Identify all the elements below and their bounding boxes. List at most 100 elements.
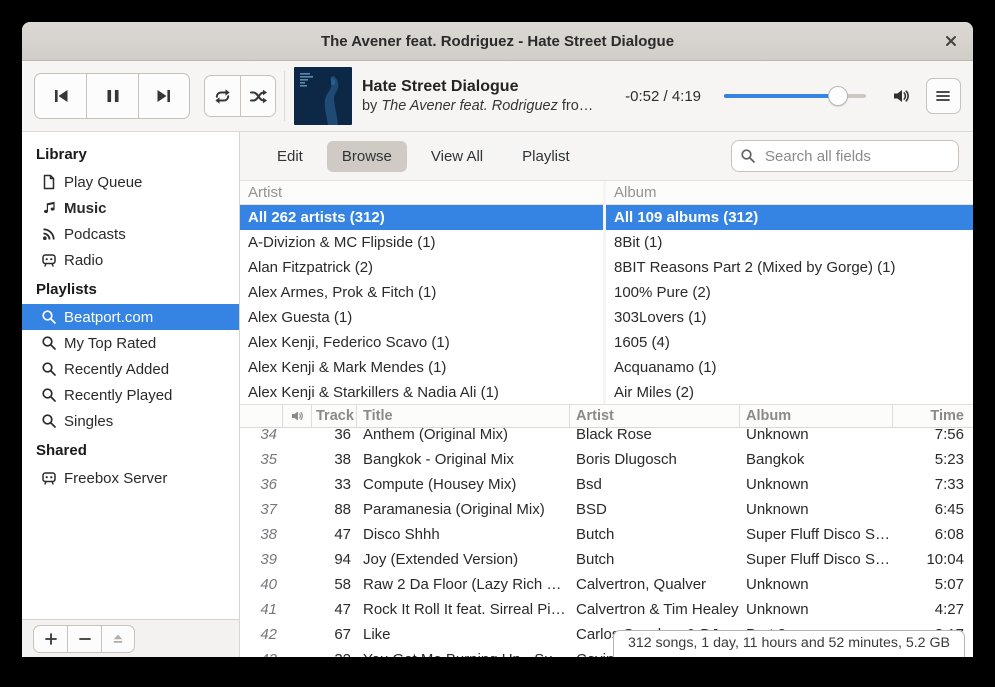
next-button[interactable] [138, 73, 190, 119]
track-album: Super Fluff Disco Stuff [740, 551, 893, 568]
sidebar-item-singles[interactable]: Singles [22, 408, 239, 434]
seek-handle[interactable] [828, 86, 848, 106]
menu-button[interactable] [926, 78, 961, 114]
track-album: Unknown [740, 426, 893, 443]
artist-row[interactable]: Alex Guesta (1) [240, 305, 603, 330]
seek-slider[interactable] [724, 86, 866, 106]
speaker-icon [290, 409, 304, 423]
close-button[interactable] [939, 29, 963, 53]
search-input[interactable] [763, 147, 950, 166]
album-column-header-track[interactable]: Album [740, 405, 893, 427]
previous-button[interactable] [34, 73, 86, 119]
album-row[interactable]: All 109 albums (312) [606, 205, 973, 230]
sidebar-item-freebox-server[interactable]: Freebox Server [22, 465, 239, 491]
sidebar-item-recently-played[interactable]: Recently Played [22, 382, 239, 408]
sidebar-item-beatport-com[interactable]: Beatport.com [22, 304, 239, 330]
pause-button[interactable] [86, 73, 138, 119]
row-number-column-header[interactable] [240, 405, 283, 427]
album-row[interactable]: 8Bit (1) [606, 230, 973, 255]
window-title: The Avener feat. Rodriguez - Hate Street… [22, 33, 973, 50]
track-artist: Butch [570, 551, 740, 568]
track-title: Joy (Extended Version) [357, 551, 570, 568]
track-album: Unknown [740, 601, 893, 618]
volume-button[interactable] [888, 83, 913, 109]
album-row[interactable]: Air Miles (2) [606, 380, 973, 404]
album-row[interactable]: Acquanamo (1) [606, 355, 973, 380]
track-time: 5:07 [893, 576, 973, 593]
sidebar-item-podcasts[interactable]: Podcasts [22, 221, 239, 247]
artist-row[interactable]: Alex Kenji, Federico Scavo (1) [240, 330, 603, 355]
album-row[interactable]: 1605 (4) [606, 330, 973, 355]
time-column-header[interactable]: Time [893, 405, 973, 427]
track-row[interactable]: 4058Raw 2 Da Floor (Lazy Rich Re…Calvert… [240, 572, 973, 597]
tab-playlist[interactable]: Playlist [507, 141, 585, 172]
track-row[interactable]: 3994Joy (Extended Version)ButchSuper Flu… [240, 547, 973, 572]
track-album: Bangkok [740, 451, 893, 468]
search-box[interactable] [731, 140, 959, 172]
tab-view-all[interactable]: View All [416, 141, 498, 172]
album-list: All 109 albums (312)8Bit (1)8BIT Reasons… [606, 205, 973, 404]
track-column-header[interactable]: Track [312, 405, 357, 427]
sidebar-item-label: Recently Added [64, 361, 169, 378]
seek-fill [724, 94, 838, 98]
sidebar-item-label: Radio [64, 252, 103, 269]
track-row-number: 39 [240, 551, 283, 568]
track-row[interactable]: 3788Paramanesia (Original Mix)BSDUnknown… [240, 497, 973, 522]
track-title: Paramanesia (Original Mix) [357, 501, 570, 518]
track-title: Anthem (Original Mix) [357, 426, 570, 443]
search-icon [740, 148, 756, 164]
repeat-button[interactable] [204, 75, 240, 117]
track-album: Unknown [740, 576, 893, 593]
artist-row[interactable]: Alex Armes, Prok & Fitch (1) [240, 280, 603, 305]
tab-edit[interactable]: Edit [262, 141, 318, 172]
artist-row[interactable]: Alan Fitzpatrick (2) [240, 255, 603, 280]
track-row-number: 37 [240, 501, 283, 518]
album-row[interactable]: 8BIT Reasons Part 2 (Mixed by Gorge) (1) [606, 255, 973, 280]
album-row[interactable]: 303Lovers (1) [606, 305, 973, 330]
album-column-header[interactable]: Album [606, 181, 973, 205]
sidebar-item-label: Singles [64, 413, 113, 430]
artist-pane: Artist All 262 artists (312)A-Divizion &… [240, 181, 603, 404]
album-row[interactable]: 100% Pure (2) [606, 280, 973, 305]
track-row[interactable]: 3538Bangkok - Original MixBoris Dlugosch… [240, 447, 973, 472]
artist-column-header[interactable]: Artist [240, 181, 603, 205]
titlebar[interactable]: The Avener feat. Rodriguez - Hate Street… [22, 22, 973, 61]
track-time: 6:45 [893, 501, 973, 518]
track-number: 67 [312, 626, 357, 643]
remove-icon [77, 631, 93, 647]
now-playing-info: Hate Street Dialogue by The Avener feat.… [362, 77, 602, 116]
artist-row[interactable]: Alex Kenji & Starkillers & Nadia Ali (1) [240, 380, 603, 404]
sidebar-item-label: Recently Played [64, 387, 172, 404]
sidebar-item-music[interactable]: Music [22, 195, 239, 221]
artist-column-header-track[interactable]: Artist [570, 405, 740, 427]
view-toolbar: Edit Browse View All Playlist [240, 132, 973, 181]
sidebar-item-my-top-rated[interactable]: My Top Rated [22, 330, 239, 356]
search-icon [41, 335, 57, 351]
search-icon [41, 413, 57, 429]
track-row[interactable]: 3633Compute (Housey Mix)BsdUnknown7:33 [240, 472, 973, 497]
album-pane: Album All 109 albums (312)8Bit (1)8BIT R… [606, 181, 973, 404]
track-row[interactable]: 4147Rock It Roll It feat. Sirreal Pip…Ca… [240, 597, 973, 622]
artist-row[interactable]: A-Divizion & MC Flipside (1) [240, 230, 603, 255]
shuffle-button[interactable] [240, 75, 276, 117]
eject-playlist-button[interactable] [101, 625, 135, 653]
artist-row[interactable]: All 262 artists (312) [240, 205, 603, 230]
sidebar-item-radio[interactable]: Radio [22, 247, 239, 273]
desktop: { "colors": { "accent": "#3584e4", "sele… [0, 0, 995, 687]
sidebar-item-play-queue[interactable]: Play Queue [22, 169, 239, 195]
remove-playlist-button[interactable] [67, 625, 101, 653]
playing-column-header[interactable] [283, 405, 312, 427]
track-artist: Calvertron & Tim Healey [570, 601, 740, 618]
add-playlist-button[interactable] [33, 625, 67, 653]
track-row-number: 34 [240, 426, 283, 443]
status-summary: 312 songs, 1 day, 11 hours and 52 minute… [613, 630, 965, 657]
track-time: 6:08 [893, 526, 973, 543]
track-row[interactable]: 3847Disco ShhhButchSuper Fluff Disco Stu… [240, 522, 973, 547]
source-list: LibraryPlay QueueMusicPodcastsRadioPlayl… [22, 132, 239, 619]
sidebar-item-recently-added[interactable]: Recently Added [22, 356, 239, 382]
tab-browse[interactable]: Browse [327, 141, 407, 172]
track-time: 7:33 [893, 476, 973, 493]
title-column-header[interactable]: Title [357, 405, 570, 427]
artist-row[interactable]: Alex Kenji & Mark Mendes (1) [240, 355, 603, 380]
track-rows: 3436Anthem (Original Mix)Black RoseUnkno… [240, 422, 973, 657]
